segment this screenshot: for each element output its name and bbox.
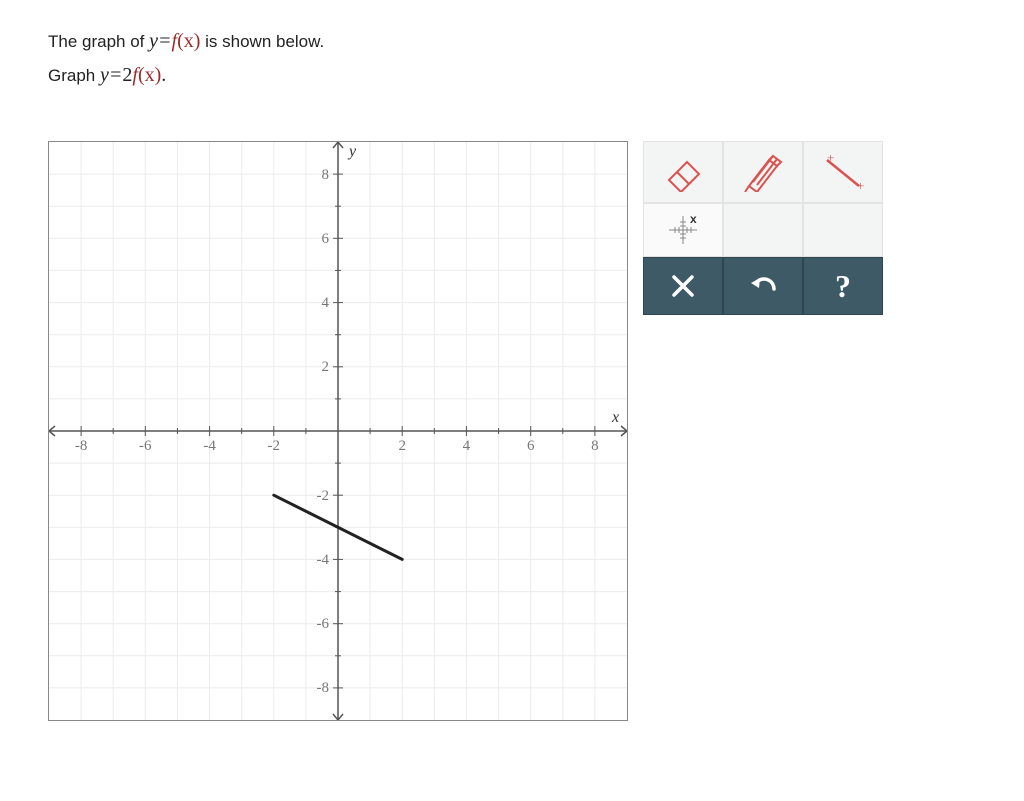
svg-text:-8: -8 — [75, 438, 88, 454]
math-paren-x: (x) — [177, 30, 200, 52]
help-icon: ? — [835, 268, 851, 305]
eraser-icon — [659, 152, 707, 192]
text: The graph of — [48, 32, 149, 51]
math-eq: = — [158, 30, 172, 52]
tool-row-2: x — [643, 203, 883, 257]
svg-text:-6: -6 — [317, 616, 330, 632]
svg-text:4: 4 — [322, 295, 330, 311]
svg-text:-4: -4 — [203, 438, 216, 454]
undo-icon — [748, 275, 778, 297]
pencil-icon — [739, 152, 787, 192]
text: Graph — [48, 66, 100, 85]
svg-text:-6: -6 — [139, 438, 152, 454]
svg-text:8: 8 — [591, 438, 599, 454]
tool-row-1: + + — [643, 141, 883, 203]
math-eq: = — [109, 64, 123, 86]
svg-text:+: + — [827, 152, 834, 165]
svg-text:4: 4 — [463, 438, 471, 454]
svg-text:+: + — [857, 178, 864, 192]
svg-text:2: 2 — [322, 359, 330, 375]
svg-text:2: 2 — [398, 438, 406, 454]
text: is shown below. — [200, 32, 324, 51]
eraser-tool[interactable] — [643, 141, 723, 203]
graph-svg: -8 -6 -4 -2 2 4 6 8 8 6 4 2 -2 -4 -6 -8 … — [49, 142, 627, 720]
toolbox: + + x — [643, 141, 883, 315]
svg-text:8: 8 — [322, 167, 330, 183]
question-line-1: The graph of y=f(x) is shown below. — [48, 24, 324, 58]
svg-text:-8: -8 — [317, 680, 330, 696]
segment-icon: + + — [819, 152, 867, 192]
text: . — [161, 64, 166, 86]
svg-text:6: 6 — [527, 438, 535, 454]
svg-text:-4: -4 — [317, 552, 330, 568]
point-icon: x — [665, 212, 701, 248]
svg-text:-2: -2 — [268, 438, 281, 454]
question-line-2: Graph y=2f(x). — [48, 58, 324, 92]
point-tool[interactable]: x — [643, 203, 723, 257]
tool-slot-empty-1 — [723, 203, 803, 257]
svg-text:-2: -2 — [317, 488, 330, 504]
math-y: y — [100, 64, 109, 86]
x-axis-label: x — [611, 409, 619, 426]
svg-text:6: 6 — [322, 231, 330, 247]
question-text: The graph of y=f(x) is shown below. Grap… — [48, 24, 324, 92]
segment-tool[interactable]: + + — [803, 141, 883, 203]
svg-text:x: x — [690, 212, 697, 226]
math-coef: 2 — [122, 64, 132, 86]
clear-button[interactable] — [643, 257, 723, 315]
help-button[interactable]: ? — [803, 257, 883, 315]
y-axis-label: y — [347, 143, 357, 160]
coordinate-plane[interactable]: -8 -6 -4 -2 2 4 6 8 8 6 4 2 -2 -4 -6 -8 … — [48, 141, 628, 721]
pencil-tool[interactable] — [723, 141, 803, 203]
math-y: y — [149, 30, 158, 52]
close-icon — [670, 273, 696, 299]
action-row: ? — [643, 257, 883, 315]
undo-button[interactable] — [723, 257, 803, 315]
tool-slot-empty-2 — [803, 203, 883, 257]
math-paren-x: (x) — [138, 64, 161, 86]
